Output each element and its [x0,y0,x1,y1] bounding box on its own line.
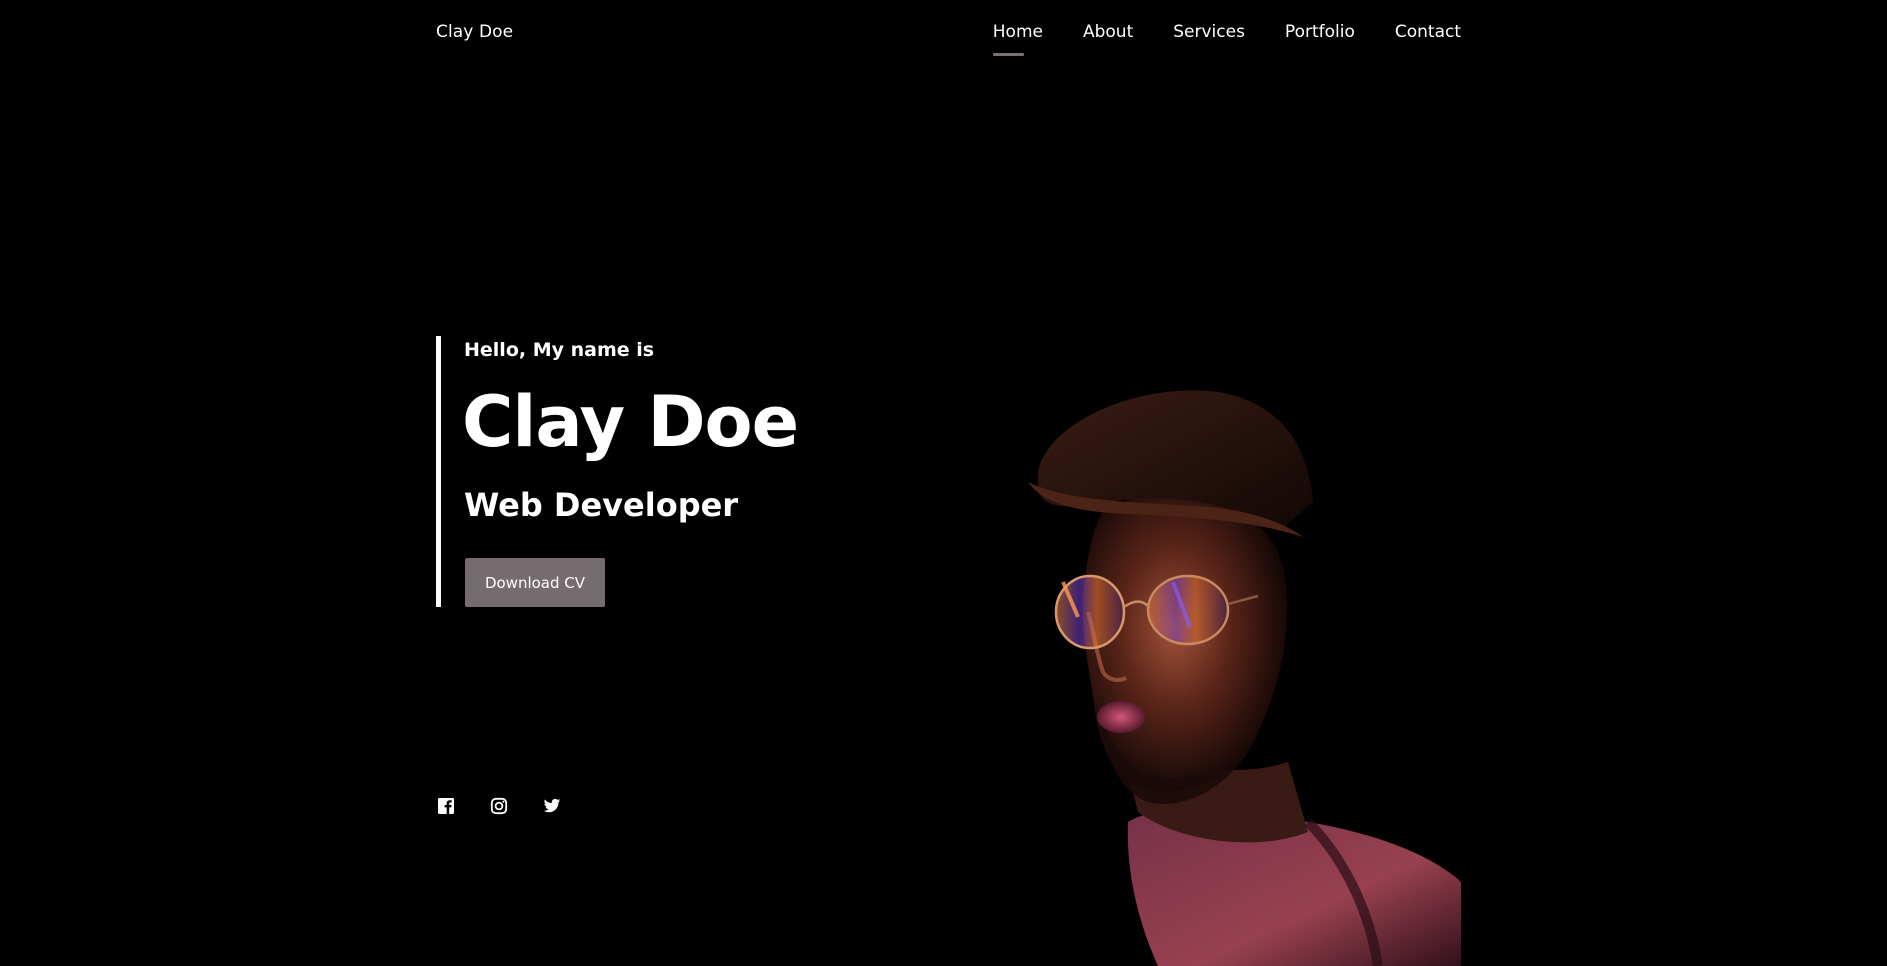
twitter-link[interactable] [543,797,561,815]
hero-name: Clay Doe [462,381,799,463]
nav-item-contact[interactable]: Contact [1395,22,1461,42]
nav-item-services[interactable]: Services [1173,22,1245,42]
social-links [437,797,561,815]
site-header: Clay Doe Home About Services Portfolio C… [0,0,1887,70]
main-nav: Home About Services Portfolio Contact [992,22,1461,56]
download-cv-button[interactable]: Download CV [465,558,605,607]
facebook-link[interactable] [437,797,455,815]
nav-item-portfolio[interactable]: Portfolio [1285,22,1355,42]
site-logo[interactable]: Clay Doe [436,22,513,42]
hero-greeting: Hello, My name is [464,339,655,361]
facebook-icon [438,798,454,814]
portrait-photo [1008,382,1461,966]
nav-item-about[interactable]: About [1083,22,1133,42]
instagram-icon [490,797,508,815]
hero-accent-bar [436,336,441,607]
nav-item-home[interactable]: Home [992,22,1043,56]
hero-role: Web Developer [464,486,739,524]
twitter-icon [543,798,561,813]
instagram-link[interactable] [490,797,508,815]
